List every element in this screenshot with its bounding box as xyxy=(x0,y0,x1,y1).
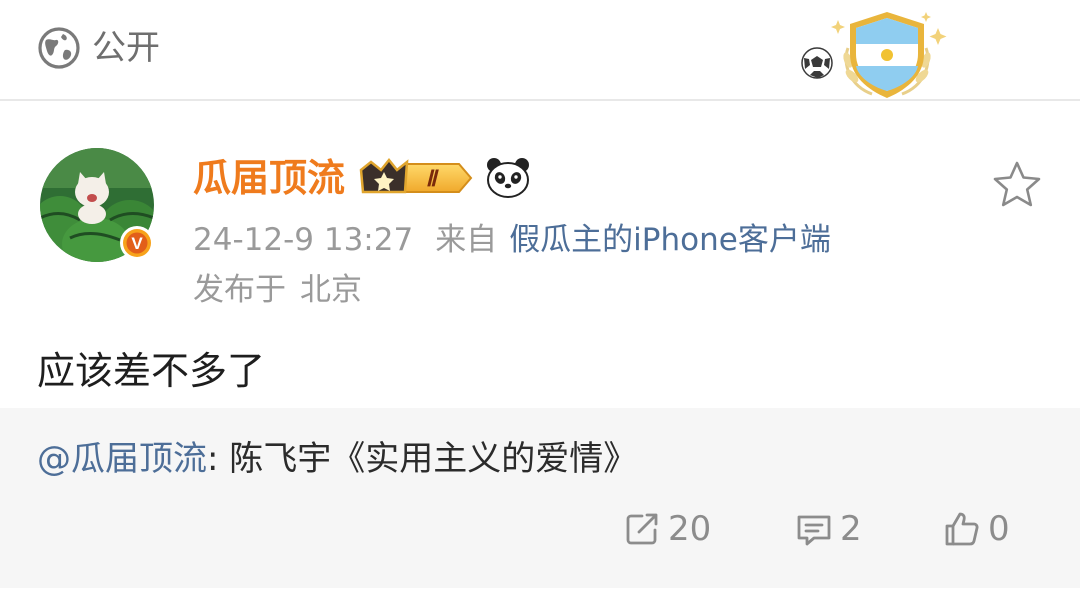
repost-mention-link[interactable]: @瓜届顶流 xyxy=(37,439,207,479)
author-name[interactable]: 瓜届顶流 xyxy=(193,150,345,206)
repost-text: @瓜届顶流: 陈飞宇《实用主义的爱情》 xyxy=(37,434,637,484)
location-prefix: 发布于 xyxy=(193,272,286,308)
comment-button[interactable]: 2 xyxy=(794,504,862,554)
repost-separator: : xyxy=(207,439,230,479)
repost-content: 陈飞宇《实用主义的爱情》 xyxy=(229,439,638,479)
repost-icon xyxy=(626,513,658,545)
post-time: 24-12-9 13:27 xyxy=(193,222,414,258)
avatar[interactable]: V xyxy=(40,148,154,262)
football-shield-badge-icon[interactable] xyxy=(798,8,963,100)
star-icon[interactable] xyxy=(990,158,1044,212)
bottom-divider xyxy=(0,588,1080,599)
source-client-link[interactable]: 假瓜主的iPhone客户端 xyxy=(509,222,831,258)
source-prefix: 来自 xyxy=(435,222,498,258)
location-value: 北京 xyxy=(300,272,362,308)
repost-panel[interactable]: @瓜届顶流: 陈飞宇《实用主义的爱情》 20 2 0 xyxy=(0,408,1080,588)
verified-mark: V xyxy=(131,234,143,253)
repost-button[interactable]: 20 xyxy=(622,504,711,554)
comment-icon xyxy=(797,515,831,546)
repost-count: 20 xyxy=(668,509,712,549)
comment-count: 2 xyxy=(840,509,862,549)
author-row: 瓜届顶流 Ⅱ xyxy=(193,150,531,206)
post-location: 发布于 北京 xyxy=(193,268,362,312)
post-text[interactable]: 应该差不多了 xyxy=(37,344,265,398)
like-button[interactable]: 0 xyxy=(942,504,1010,554)
visibility-bar: 公开 xyxy=(0,0,1080,101)
thumbs-up-icon xyxy=(945,512,979,546)
crown-member-badge-icon[interactable]: Ⅱ xyxy=(359,156,473,200)
visibility-label: 公开 xyxy=(92,28,160,68)
globe-icon xyxy=(38,27,80,69)
like-count: 0 xyxy=(988,509,1010,549)
post-meta: 24-12-9 13:27 来自 假瓜主的iPhone客户端 xyxy=(193,218,831,262)
panda-icon[interactable] xyxy=(485,155,531,201)
